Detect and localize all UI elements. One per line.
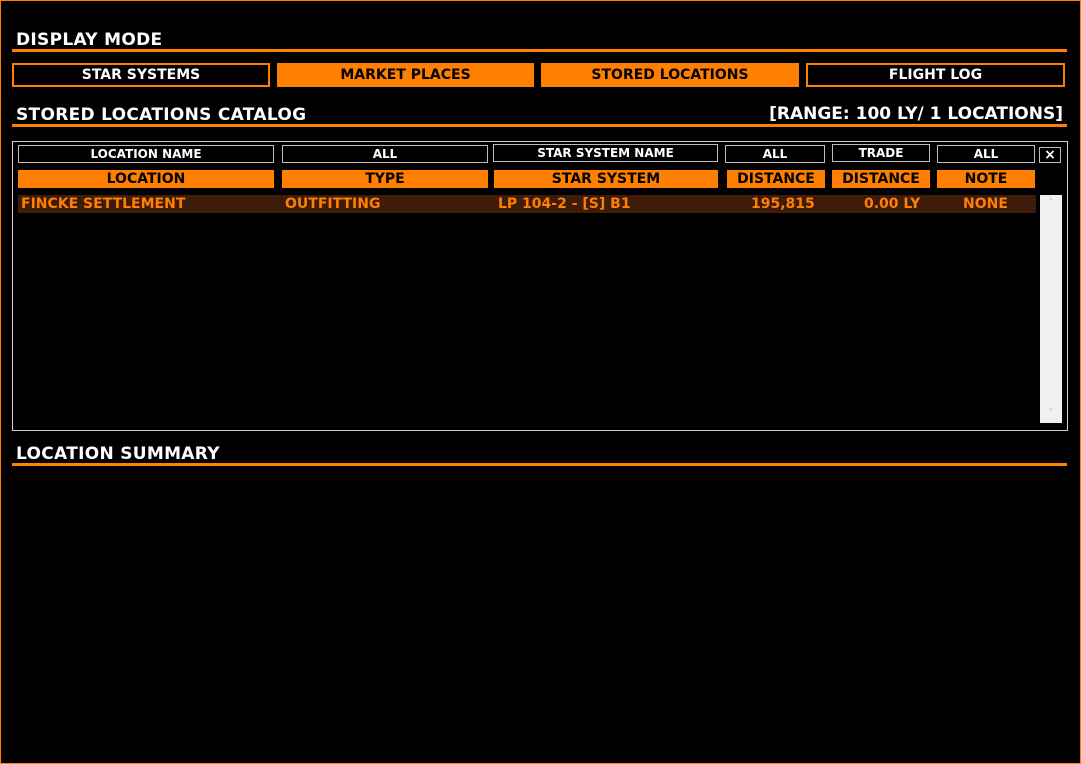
column-header-distance-ly[interactable]: DISTANCE [832,170,930,188]
star-system-name-filter[interactable]: STAR SYSTEM NAME [493,144,718,162]
catalog-divider [12,124,1067,127]
scroll-up-icon[interactable]: ˄ [1040,197,1062,211]
column-header-type[interactable]: TYPE [282,170,488,188]
column-header-note[interactable]: NOTE [937,170,1035,188]
vertical-scrollbar[interactable]: ˄ ˅ [1040,195,1062,423]
trade-filter[interactable]: TRADE [832,144,930,162]
market-places-button[interactable]: MARKET PLACES [277,63,534,87]
catalog-table: LOCATION NAME ALL STAR SYSTEM NAME ALL T… [12,141,1068,431]
range-info: [RANGE: 100 LY/ 1 LOCATIONS] [769,104,1063,124]
cell-note: NONE [963,196,1008,212]
stored-locations-button[interactable]: STORED LOCATIONS [541,63,799,87]
summary-divider [12,463,1067,466]
cell-location: FINCKE SETTLEMENT [21,196,186,212]
distance-filter[interactable]: ALL [725,145,825,163]
display-mode-title: DISPLAY MODE [16,30,163,50]
cell-type: OUTFITTING [285,196,381,212]
column-header-star-system[interactable]: STAR SYSTEM [494,170,718,188]
cell-star-system: LP 104-2 - [S] B1 [498,196,631,212]
column-header-distance-ls[interactable]: DISTANCE [727,170,825,188]
table-row[interactable]: FINCKE SETTLEMENT OUTFITTING LP 104-2 - … [18,195,1036,213]
location-name-filter[interactable]: LOCATION NAME [18,145,274,163]
clear-filters-button[interactable]: × [1039,147,1061,163]
display-mode-divider [12,49,1067,52]
close-icon: × [1044,147,1056,163]
column-header-location[interactable]: LOCATION [18,170,274,188]
cell-distance-ls: 195,815 [751,196,815,212]
catalog-title: STORED LOCATIONS CATALOG [16,105,307,125]
scroll-down-icon[interactable]: ˅ [1040,407,1062,421]
location-summary-title: LOCATION SUMMARY [16,444,220,464]
cell-distance-ly: 0.00 LY [864,196,921,212]
star-systems-button[interactable]: STAR SYSTEMS [12,63,270,87]
flight-log-button[interactable]: FLIGHT LOG [806,63,1065,87]
note-filter[interactable]: ALL [937,145,1035,163]
type-filter[interactable]: ALL [282,145,488,163]
